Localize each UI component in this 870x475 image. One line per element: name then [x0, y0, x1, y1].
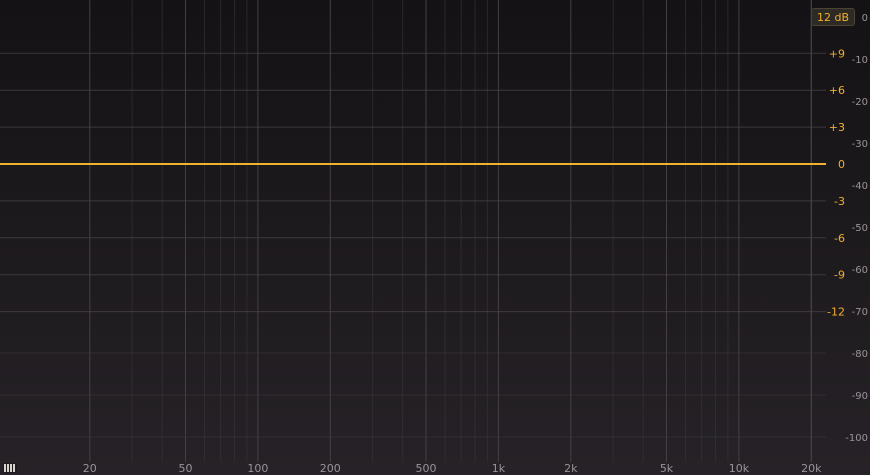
db-label: -10 [852, 55, 868, 66]
frequency-label: 100 [247, 462, 268, 475]
db-label: -50 [852, 223, 868, 234]
db-label: -60 [852, 265, 868, 276]
frequency-label: 5k [660, 462, 674, 475]
gain-label: 0 [838, 158, 845, 171]
frequency-label: 200 [320, 462, 341, 475]
db-label: 0 [862, 13, 868, 24]
db-label: -100 [845, 433, 868, 444]
db-label: -70 [852, 307, 868, 318]
gain-label: +6 [829, 84, 845, 97]
db-label: -80 [852, 349, 868, 360]
frequency-label: 50 [179, 462, 193, 475]
frequency-label: 500 [416, 462, 437, 475]
frequency-label: 1k [492, 462, 506, 475]
frequency-label: 20k [801, 462, 822, 475]
gain-label: -6 [834, 232, 845, 245]
db-label: -40 [852, 181, 868, 192]
gain-label: +9 [829, 47, 845, 60]
db-label: -20 [852, 97, 868, 108]
spectrum-graph[interactable]: +9 +6 +3 0 -3 -6 -9 -12 0 -10 -20 -30 -40 -50 -60 -70 -… [0, 0, 870, 475]
gain-label: -9 [834, 269, 845, 282]
gain-label: +3 [829, 121, 845, 134]
eq-analyzer-display[interactable]: +9 +6 +3 0 -3 -6 -9 -12 0 -10 -20 -30 -40 -50 -60 -70 -… [0, 0, 870, 475]
piano-keys-icon[interactable] [3, 463, 17, 473]
gain-label: -12 [827, 306, 845, 319]
db-label: -90 [852, 391, 868, 402]
frequency-label: 20 [83, 462, 97, 475]
frequency-label: 2k [564, 462, 578, 475]
db-label: -30 [852, 139, 868, 150]
frequency-label: 10k [729, 462, 750, 475]
range-12db-button[interactable]: 12 dB [811, 8, 855, 26]
gain-label: -3 [834, 195, 845, 208]
